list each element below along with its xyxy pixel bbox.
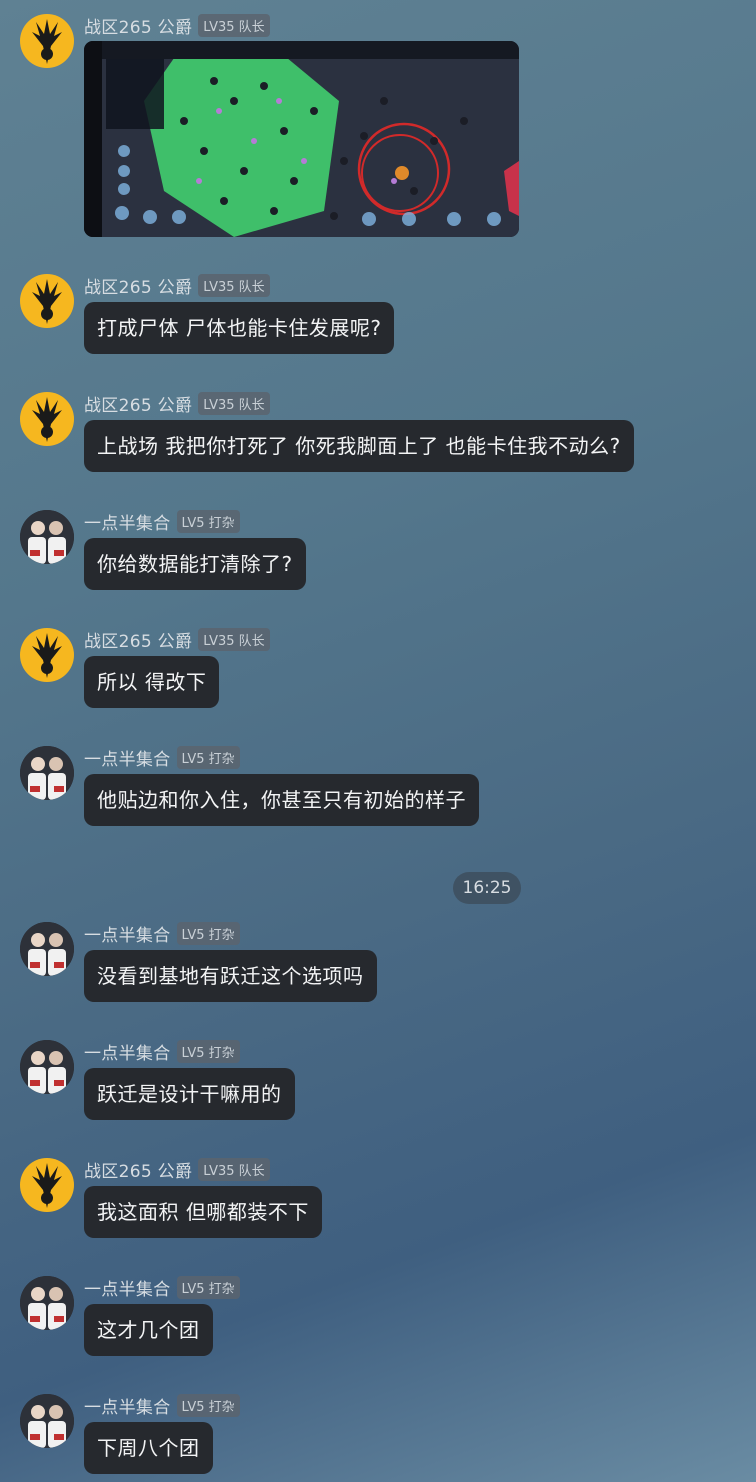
message-bubble[interactable]: 这才几个团 bbox=[84, 1304, 213, 1356]
message-bubble[interactable]: 打成尸体 尸体也能卡住发展呢? bbox=[84, 302, 395, 354]
avatar-two-people-icon[interactable] bbox=[20, 922, 74, 976]
avatar-tree-icon[interactable] bbox=[20, 628, 74, 682]
sender-name: 战区265 公爵 bbox=[84, 17, 193, 38]
sender-name: 一点半集合 bbox=[84, 1043, 171, 1064]
message-bubble[interactable]: 下周八个团 bbox=[84, 1422, 213, 1474]
message-bubble[interactable]: 跃迁是设计干嘛用的 bbox=[84, 1068, 295, 1120]
sender-name: 战区265 公爵 bbox=[84, 631, 193, 652]
avatar-two-people-icon[interactable] bbox=[20, 1276, 74, 1330]
rank-badge: LV35 队长 bbox=[198, 273, 270, 297]
sender-name: 一点半集合 bbox=[84, 925, 171, 946]
rank-badge: LV5 打杂 bbox=[176, 745, 240, 769]
sender-name: 战区265 公爵 bbox=[84, 395, 193, 416]
message-bubble[interactable]: 所以 得改下 bbox=[84, 656, 220, 708]
sender-name: 一点半集合 bbox=[84, 513, 171, 534]
rank-badge: LV5 打杂 bbox=[176, 1275, 240, 1299]
sender-name: 一点半集合 bbox=[84, 1279, 171, 1300]
avatar-tree-icon[interactable] bbox=[20, 392, 74, 446]
message-bubble[interactable]: 他贴边和你入住，你甚至只有初始的样子 bbox=[84, 774, 479, 826]
avatar-two-people-icon[interactable] bbox=[20, 1040, 74, 1094]
rank-badge: LV35 队长 bbox=[198, 1157, 270, 1181]
rank-badge: LV5 打杂 bbox=[176, 509, 240, 533]
avatar-two-people-icon[interactable] bbox=[20, 1394, 74, 1448]
rank-badge: LV35 队长 bbox=[198, 627, 270, 651]
timestamp-divider: 16:25 bbox=[453, 872, 521, 904]
rank-badge: LV5 打杂 bbox=[176, 921, 240, 945]
sender-name: 战区265 公爵 bbox=[84, 1161, 193, 1182]
rank-badge: LV35 队长 bbox=[198, 391, 270, 415]
avatar-tree-icon[interactable] bbox=[20, 1158, 74, 1212]
avatar-two-people-icon[interactable] bbox=[20, 746, 74, 800]
sender-name: 一点半集合 bbox=[84, 749, 171, 770]
game-screenshot[interactable] bbox=[84, 41, 519, 237]
message-bubble[interactable]: 没看到基地有跃迁这个选项吗 bbox=[84, 950, 377, 1002]
message-bubble[interactable]: 你给数据能打清除了? bbox=[84, 538, 306, 590]
avatar-two-people-icon[interactable] bbox=[20, 510, 74, 564]
rank-badge: LV5 打杂 bbox=[176, 1393, 240, 1417]
sender-name: 一点半集合 bbox=[84, 1397, 171, 1418]
message-bubble[interactable]: 我这面积 但哪都装不下 bbox=[84, 1186, 322, 1238]
rank-badge: LV5 打杂 bbox=[176, 1039, 240, 1063]
rank-badge: LV35 队长 bbox=[198, 13, 270, 37]
message-bubble[interactable]: 上战场 我把你打死了 你死我脚面上了 也能卡住我不动么? bbox=[84, 420, 634, 472]
avatar-tree-icon[interactable] bbox=[20, 274, 74, 328]
sender-name: 战区265 公爵 bbox=[84, 277, 193, 298]
avatar-tree-icon[interactable] bbox=[20, 14, 74, 68]
